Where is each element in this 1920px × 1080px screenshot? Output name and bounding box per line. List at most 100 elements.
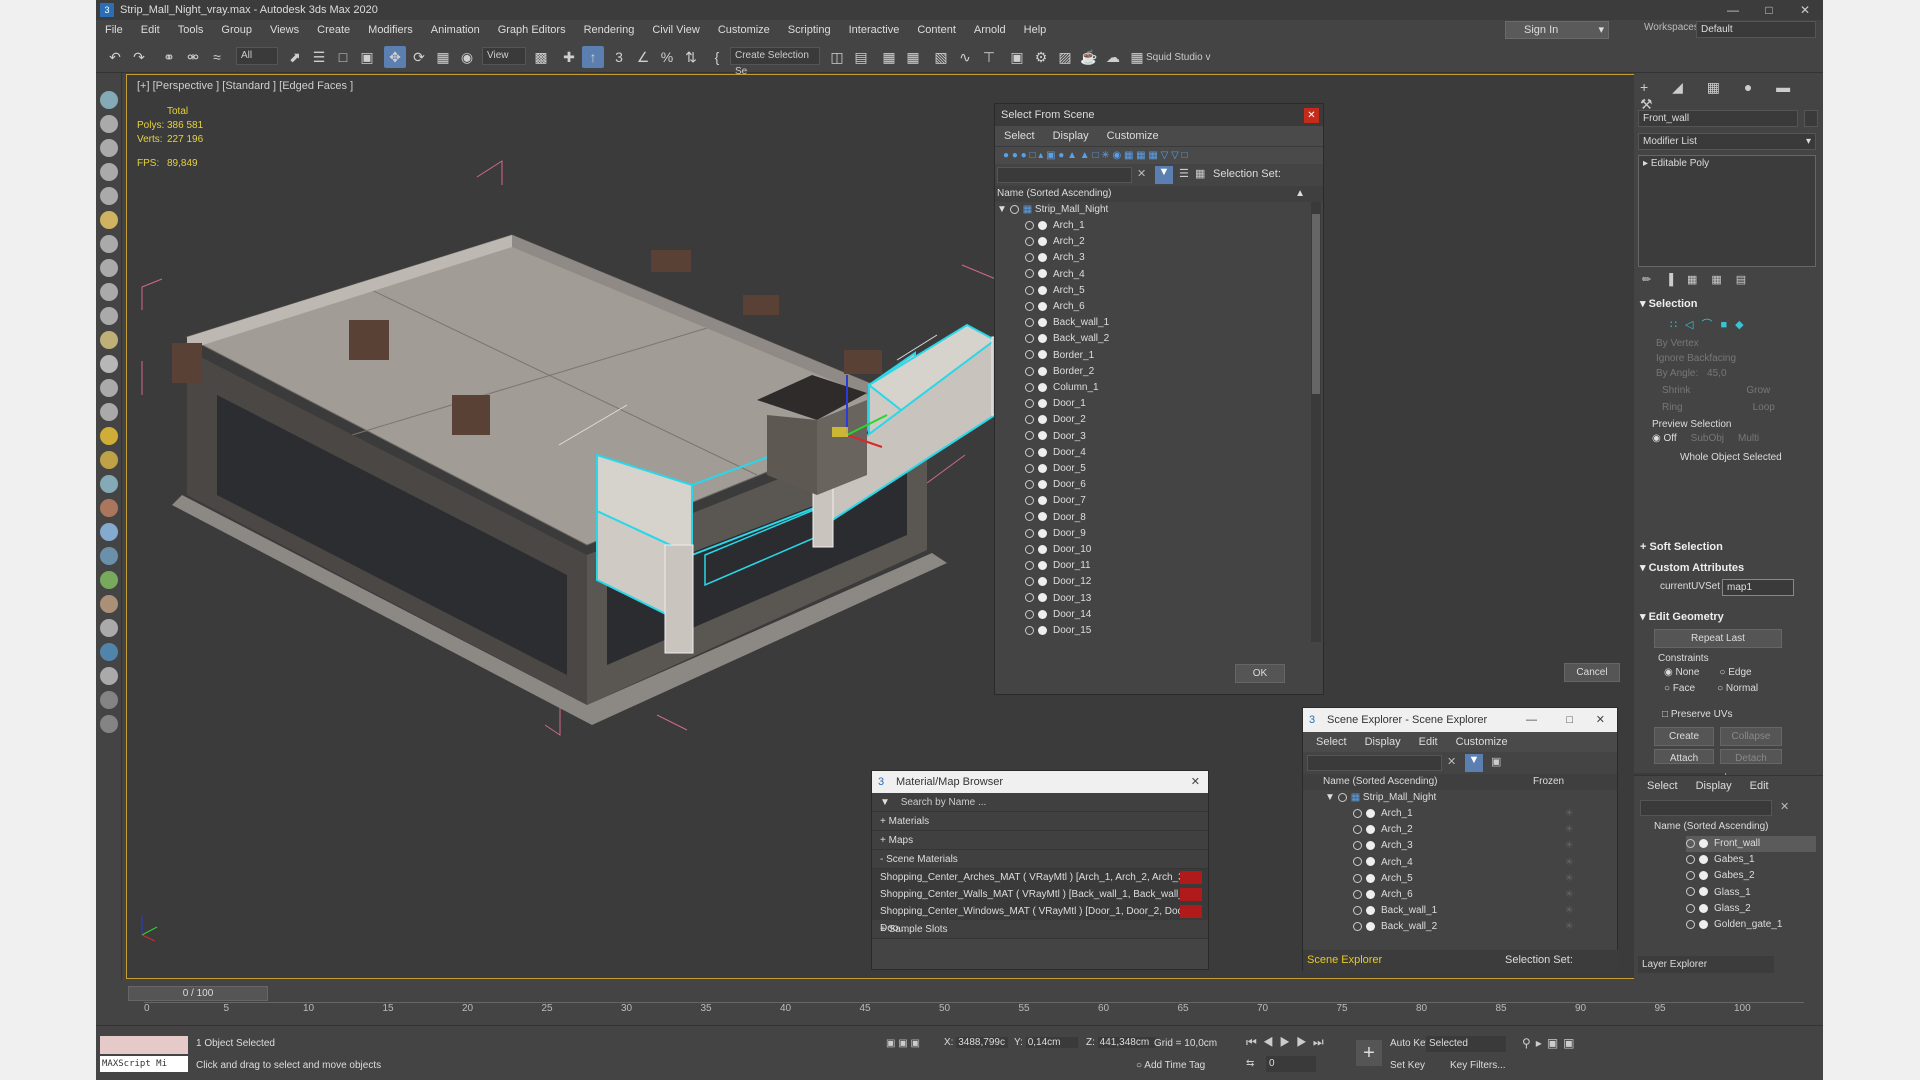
clear-search-icon[interactable]: ✕: [1137, 167, 1146, 180]
selection-rollout-title[interactable]: ▾ Selection: [1640, 297, 1816, 310]
list-item[interactable]: Door_12: [1025, 574, 1091, 590]
close-icon[interactable]: ✕: [1596, 708, 1605, 732]
material-editor-icon[interactable]: ▣: [1006, 46, 1028, 68]
menu-tab[interactable]: Select: [1638, 780, 1687, 792]
link-icon[interactable]: ⚭: [158, 46, 180, 68]
info-icon[interactable]: [100, 715, 118, 733]
time-slider[interactable]: 0 / 100: [128, 986, 268, 1001]
menu-tab[interactable]: Display: [1044, 130, 1098, 142]
filter-icon[interactable]: ▼: [1465, 754, 1483, 772]
close-icon[interactable]: ✕: [1191, 771, 1200, 793]
eye-icon[interactable]: [1025, 609, 1034, 619]
grid-icon[interactable]: [100, 187, 118, 205]
clear-search-icon[interactable]: ✕: [1447, 755, 1456, 768]
list-item[interactable]: Door_15: [1025, 623, 1091, 639]
repeat-last-button[interactable]: Repeat Last: [1654, 629, 1782, 648]
menu-item[interactable]: Tools: [169, 24, 213, 36]
eye-icon[interactable]: [1025, 399, 1034, 409]
frozen-icon[interactable]: ✳: [1565, 919, 1573, 935]
modifier-list-dropdown[interactable]: Modifier List ▾: [1638, 133, 1816, 150]
menu-item[interactable]: File: [96, 24, 132, 36]
set-key-icon[interactable]: +: [1356, 1040, 1382, 1066]
eye-icon[interactable]: [1025, 415, 1034, 425]
eye-icon[interactable]: [1353, 906, 1362, 916]
toggle-ribbon-icon[interactable]: ▧: [930, 46, 952, 68]
menu-item[interactable]: Rendering: [575, 24, 644, 36]
loop-button[interactable]: Loop: [1753, 402, 1775, 413]
align-icon[interactable]: ▤: [850, 46, 872, 68]
frozen-icon[interactable]: ✳: [1565, 903, 1573, 919]
spline-icon[interactable]: [100, 523, 118, 541]
eye-icon[interactable]: [1009, 204, 1019, 214]
teapot-icon[interactable]: [100, 379, 118, 397]
menu-item[interactable]: Interactive: [840, 24, 909, 36]
cloud-icon[interactable]: [100, 115, 118, 133]
filter-icon[interactable]: ▼: [1155, 166, 1173, 184]
maximize-button[interactable]: □: [1751, 0, 1787, 20]
list-item[interactable]: Border_1: [1025, 348, 1094, 364]
layers-icon[interactable]: ☰: [1179, 167, 1189, 180]
set-key-button[interactable]: Set Key: [1390, 1060, 1425, 1071]
cancel-button[interactable]: Cancel: [1564, 663, 1620, 682]
render-in-cloud-icon[interactable]: ☁: [1102, 46, 1124, 68]
render-setup-icon[interactable]: ⚙: [1030, 46, 1052, 68]
menu-tab[interactable]: Display: [1687, 780, 1741, 792]
bind-space-warp-icon[interactable]: ≈: [206, 46, 228, 68]
angle-value[interactable]: 45,0: [1707, 368, 1726, 379]
filter-icons[interactable]: ● ● ● □ ▴ ▣ ● ▲ ▲ □ ✳ ◉ ▦ ▦ ▦ ▽ ▽ □: [1003, 150, 1188, 161]
render-icon[interactable]: [100, 283, 118, 301]
schematic-view-icon[interactable]: ⊤: [978, 46, 1000, 68]
list-root[interactable]: ▼ ▦ Strip_Mall_Night: [997, 202, 1108, 218]
plane-icon[interactable]: [100, 307, 118, 325]
eye-icon[interactable]: [1025, 431, 1034, 441]
eye-icon[interactable]: [1337, 792, 1347, 802]
maxscript-input[interactable]: MAXScript Mi: [100, 1056, 188, 1072]
camera-icon[interactable]: [100, 235, 118, 253]
close-button[interactable]: ✕: [1787, 0, 1823, 20]
eye-icon[interactable]: [1025, 301, 1034, 311]
layer-item[interactable]: Glass_1: [1686, 885, 1816, 901]
key-filters-button[interactable]: Key Filters...: [1450, 1060, 1506, 1071]
list-item[interactable]: Door_13: [1025, 591, 1091, 607]
playback-controls[interactable]: ⏮◀▶▶⏭: [1246, 1035, 1330, 1050]
list-item[interactable]: Door_9: [1025, 526, 1086, 542]
light-icon[interactable]: [100, 451, 118, 469]
minimize-button[interactable]: —: [1715, 0, 1751, 20]
layer-search-input[interactable]: [1640, 800, 1772, 816]
lock-icon[interactable]: ▣: [1491, 755, 1501, 768]
constraint-none-radio[interactable]: ◉ None: [1664, 667, 1699, 678]
wave-icon[interactable]: [100, 475, 118, 493]
list-item[interactable]: Door_7: [1025, 493, 1086, 509]
viewport-navigation-icons[interactable]: ⚲▸▣▣: [1522, 1036, 1580, 1050]
eye-icon[interactable]: [1686, 838, 1695, 848]
list-item[interactable]: Door_14: [1025, 607, 1091, 623]
coordinate-icons[interactable]: ▣ ▣ ▣: [886, 1038, 920, 1049]
list-item[interactable]: Arch_2: [1025, 234, 1085, 250]
edit-named-selection-icon[interactable]: {: [706, 46, 728, 68]
explorer-item[interactable]: Arch_5 ✳: [1353, 871, 1573, 887]
by-vertex-checkbox[interactable]: By Vertex: [1656, 338, 1816, 349]
eye-icon[interactable]: [1025, 350, 1034, 360]
attach-button[interactable]: Attach: [1654, 749, 1714, 764]
list-item[interactable]: Door_2: [1025, 412, 1086, 428]
z-field[interactable]: 441,348cm: [1097, 1037, 1156, 1048]
shrink-button[interactable]: Shrink: [1662, 385, 1690, 396]
menu-tab[interactable]: Edit: [1410, 736, 1447, 748]
menu-item[interactable]: Animation: [422, 24, 489, 36]
explorer-item[interactable]: Arch_4 ✳: [1353, 855, 1573, 871]
material-item[interactable]: Shopping_Center_Arches_MAT ( VRayMtl ) […: [872, 869, 1208, 900]
create-button[interactable]: Create: [1654, 727, 1714, 746]
sound-icon[interactable]: [100, 259, 118, 277]
select-and-rotate-icon[interactable]: ⟳: [408, 46, 430, 68]
eye-icon[interactable]: [1025, 496, 1034, 506]
eye-icon[interactable]: [1686, 871, 1695, 881]
grow-button[interactable]: Grow: [1746, 385, 1770, 396]
layer-column-header[interactable]: Name (Sorted Ascending): [1654, 821, 1769, 832]
eye-icon[interactable]: [1025, 577, 1034, 587]
list-item[interactable]: Arch_5: [1025, 283, 1085, 299]
detach-button[interactable]: Detach: [1720, 749, 1782, 764]
layer-item[interactable]: Glass_2: [1686, 901, 1816, 917]
eye-icon[interactable]: [1025, 334, 1034, 344]
eye-icon[interactable]: [1025, 593, 1034, 603]
frozen-icon[interactable]: ✳: [1565, 838, 1573, 854]
